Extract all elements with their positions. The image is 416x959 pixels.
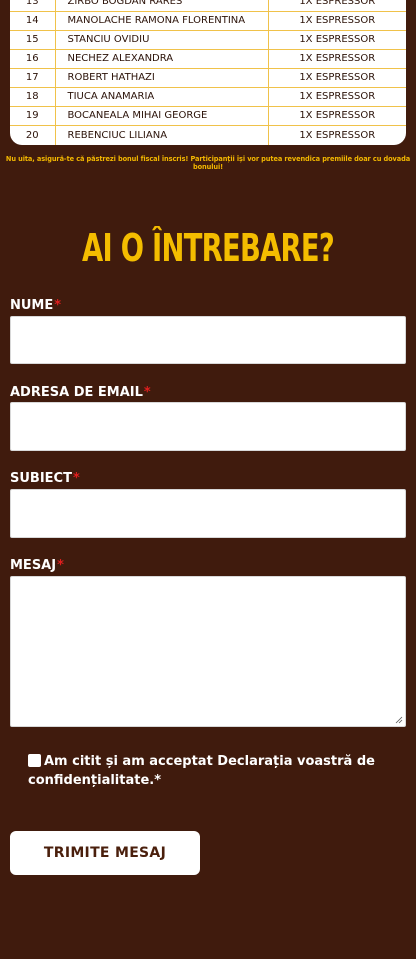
winners-table: 13 ZIRBO BOGDAN RARES 1X ESPRESSOR 14 MANOLA… bbox=[10, 0, 406, 145]
email-label: ADRESA DE EMAIL* bbox=[10, 385, 151, 400]
winner-prize: 1X ESPRESSOR bbox=[268, 11, 406, 31]
winner-name: ZIRBO BOGDAN RARES bbox=[55, 0, 269, 12]
winner-prize: 1X ESPRESSOR bbox=[268, 49, 406, 69]
winner-name: REBENCIUC LILIANA bbox=[55, 125, 269, 145]
row-number: 15 bbox=[10, 30, 56, 50]
subject-input[interactable] bbox=[11, 490, 405, 537]
message-field-wrapper bbox=[10, 576, 406, 727]
winner-name: TIUCA ANAMARIA bbox=[55, 87, 269, 107]
row-number: 20 bbox=[10, 125, 56, 145]
contact-heading: AI O ÎNTREBARE? bbox=[81, 226, 335, 270]
table-row: 20 REBENCIUC LILIANA 1X ESPRESSOR bbox=[10, 125, 406, 145]
required-mark: * bbox=[57, 558, 64, 573]
table-row: 18 TIUCA ANAMARIA 1X ESPRESSOR bbox=[10, 87, 406, 107]
winner-name: NECHEZ ALEXANDRA bbox=[55, 49, 269, 69]
resize-handle-icon[interactable] bbox=[395, 716, 403, 724]
winner-prize: 1X ESPRESSOR bbox=[268, 30, 406, 50]
winner-prize: 1X ESPRESSOR bbox=[268, 0, 406, 12]
email-field-wrapper bbox=[10, 402, 406, 451]
row-number: 14 bbox=[10, 11, 56, 31]
name-label: NUME* bbox=[10, 298, 61, 313]
winner-name: STANCIU OVIDIU bbox=[55, 30, 269, 50]
subject-field-wrapper bbox=[10, 489, 406, 538]
name-input[interactable] bbox=[11, 317, 405, 363]
table-row: 14 MANOLACHE RAMONA FLORENTINA 1X ESPRESSO… bbox=[10, 11, 406, 31]
table-row: 17 ROBERT HATHAZI 1X ESPRESSOR bbox=[10, 68, 406, 88]
name-label-text: NUME bbox=[10, 298, 54, 313]
row-number: 17 bbox=[10, 68, 56, 88]
message-label-text: MESAJ bbox=[10, 558, 57, 573]
receipt-notice: Nu uita, asigură-te că păstrezi bonul fi… bbox=[5, 155, 411, 171]
winner-prize: 1X ESPRESSOR bbox=[268, 106, 406, 126]
required-mark: * bbox=[54, 298, 62, 313]
table-row: 19 BOCANEALA MIHAI GEORGE 1X ESPRESSOR bbox=[10, 106, 406, 126]
subject-label-text: SUBIECT bbox=[10, 471, 72, 486]
winner-prize: 1X ESPRESSOR bbox=[299, 129, 376, 141]
row-number: 13 bbox=[10, 0, 56, 12]
consent-label: Am citit și am acceptat Declarația voast… bbox=[28, 752, 398, 790]
winner-name: BOCANEALA MIHAI GEORGE bbox=[55, 106, 269, 126]
message-textarea[interactable] bbox=[11, 577, 405, 726]
consent-text: Am citit și am acceptat Declarația voast… bbox=[28, 754, 375, 788]
winner-prize: 1X ESPRESSOR bbox=[268, 87, 406, 107]
submit-button[interactable]: TRIMITE MESAJ bbox=[10, 831, 200, 875]
table-row: 15 STANCIU OVIDIU 1X ESPRESSOR bbox=[10, 30, 406, 50]
email-input[interactable] bbox=[11, 403, 405, 450]
name-field-wrapper bbox=[10, 316, 406, 364]
row-number: 19 bbox=[10, 106, 56, 126]
message-label: MESAJ* bbox=[10, 558, 64, 573]
required-mark: * bbox=[72, 471, 80, 486]
winner-name: ROBERT HATHAZI bbox=[55, 68, 269, 88]
row-number: 16 bbox=[10, 49, 56, 69]
winners-table-container: 13 ZIRBO BOGDAN RARES 1X ESPRESSOR 14 MANOLA… bbox=[10, 0, 406, 145]
email-label-text: ADRESA DE EMAIL bbox=[10, 385, 143, 400]
winner-prize: 1X ESPRESSOR bbox=[268, 68, 406, 88]
row-number: 18 bbox=[10, 87, 56, 107]
table-row: 16 NECHEZ ALEXANDRA 1X ESPRESSOR bbox=[10, 49, 406, 69]
table-row: 13 ZIRBO BOGDAN RARES 1X ESPRESSOR bbox=[10, 0, 406, 12]
required-mark: * bbox=[143, 385, 151, 400]
subject-label: SUBIECT* bbox=[10, 471, 80, 486]
winner-name: MANOLACHE RAMONA FLORENTINA bbox=[55, 11, 269, 31]
